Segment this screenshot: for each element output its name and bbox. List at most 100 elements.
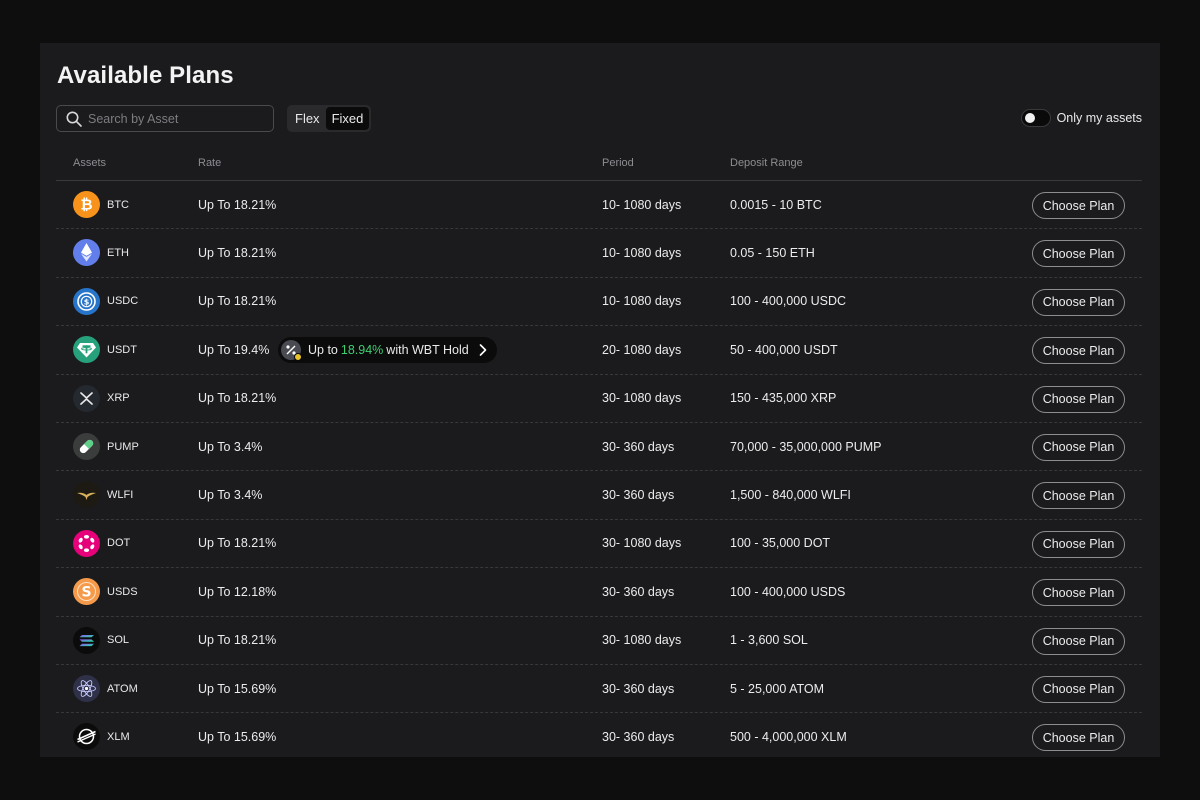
asset-period: 30- 360 days	[602, 681, 675, 696]
chevron-right-icon	[479, 344, 487, 356]
choose-plan-button[interactable]: Choose Plan	[1032, 433, 1125, 461]
asset-symbol: SOL	[107, 634, 130, 647]
asset-period: 20- 1080 days	[602, 342, 682, 357]
asset-period: 30- 1080 days	[602, 536, 682, 551]
asset-rate: Up To 18.21%	[198, 294, 277, 309]
asset-rate: Up To 19.4%	[198, 342, 270, 357]
asset-period: 30- 360 days	[602, 584, 675, 599]
table-row: $ USDC Up To 18.21% 10- 1080 days 100 - …	[56, 278, 1142, 327]
choose-plan-button[interactable]: Choose Plan	[1032, 579, 1125, 607]
choose-plan-button[interactable]: Choose Plan	[1032, 337, 1125, 365]
bonus-rate: 18.94%	[340, 343, 384, 358]
choose-plan-button[interactable]: Choose Plan	[1032, 724, 1125, 752]
asset-rate: Up To 15.69%	[198, 729, 277, 744]
asset-rate: Up To 18.21%	[198, 246, 277, 261]
asset-deposit-range: 150 - 435,000 XRP	[730, 391, 837, 406]
choose-plan-button[interactable]: Choose Plan	[1032, 530, 1125, 558]
asset-symbol: XRP	[107, 392, 130, 405]
svg-text:₿: ₿	[80, 196, 92, 214]
search-input[interactable]	[88, 111, 268, 126]
asset-rate: Up To 3.4%	[198, 488, 263, 503]
bitcoin-icon: ₿	[73, 191, 100, 218]
wbt-hold-bonus-button[interactable]: Up to 18.94% with WBT Hold	[278, 337, 497, 364]
xrp-icon	[73, 384, 100, 412]
plan-type-switch: Flex Fixed	[287, 105, 372, 132]
stellar-icon	[73, 723, 100, 751]
only-my-assets-control: Only my assets	[1020, 109, 1142, 127]
choose-plan-button[interactable]: Choose Plan	[1032, 192, 1125, 219]
choose-plan-button[interactable]: Choose Plan	[1032, 385, 1125, 413]
table-row: XRP Up To 18.21% 30- 1080 days 150 - 435…	[56, 375, 1142, 423]
asset-symbol: USDC	[107, 295, 139, 308]
table-row: ₿ BTC Up To 18.21% 10- 1080 days 0.0015 …	[56, 181, 1142, 230]
plans-panel: Available Plans Flex Fixed Only my asset…	[40, 43, 1160, 757]
eagle-icon	[73, 481, 100, 509]
choose-plan-button[interactable]: Choose Plan	[1032, 675, 1125, 703]
asset-rate: Up To 18.21%	[198, 391, 277, 406]
percent-badge-icon	[281, 340, 302, 362]
asset-symbol: BTC	[107, 198, 129, 211]
usdc-icon: $	[73, 287, 100, 315]
plans-table: ₿ BTC Up To 18.21% 10- 1080 days 0.0015 …	[56, 181, 1142, 757]
svg-text:S: S	[81, 585, 91, 601]
asset-deposit-range: 70,000 - 35,000,000 PUMP	[730, 439, 882, 454]
table-header: Assets Rate Period Deposit Range	[56, 147, 1142, 181]
asset-symbol: USDS	[107, 585, 138, 598]
asset-symbol: DOT	[107, 537, 131, 550]
asset-deposit-range: 100 - 35,000 DOT	[730, 536, 831, 551]
table-row: USDT Up To 19.4% Up to 18.94% with WBT H…	[56, 326, 1142, 375]
asset-symbol: ETH	[107, 247, 129, 260]
asset-symbol: ATOM	[107, 682, 138, 695]
table-row: PUMP Up To 3.4% 30- 360 days 70,000 - 35…	[56, 423, 1142, 472]
only-my-assets-toggle[interactable]	[1020, 109, 1051, 127]
bonus-suffix: with WBT Hold	[386, 343, 469, 358]
table-row: XLM Up To 15.69% 30- 360 days 500 - 4,00…	[56, 713, 1142, 757]
asset-symbol: WLFI	[107, 489, 134, 502]
tab-flex[interactable]: Flex	[289, 107, 326, 130]
asset-deposit-range: 1,500 - 840,000 WLFI	[730, 488, 851, 503]
choose-plan-button[interactable]: Choose Plan	[1032, 482, 1125, 510]
coin-dot-icon	[294, 353, 302, 362]
ethereum-icon	[73, 239, 100, 267]
asset-rate: Up To 18.21%	[198, 197, 277, 212]
table-row: ATOM Up To 15.69% 30- 360 days 5 - 25,00…	[56, 665, 1142, 714]
col-assets: Assets	[73, 157, 107, 169]
pill-icon	[73, 432, 100, 460]
page-title: Available Plans	[57, 62, 234, 89]
table-row: DOT Up To 18.21% 30- 1080 days 100 - 35,…	[56, 520, 1142, 569]
asset-rate: Up To 3.4%	[198, 439, 263, 454]
asset-deposit-range: 50 - 400,000 USDT	[730, 342, 838, 357]
asset-rate: Up To 12.18%	[198, 584, 277, 599]
asset-symbol: XLM	[107, 730, 130, 743]
table-row: S USDS Up To 12.18% 30- 360 days 100 - 4…	[56, 568, 1142, 617]
table-row: WLFI Up To 3.4% 30- 360 days 1,500 - 840…	[56, 471, 1142, 520]
cosmos-icon	[73, 674, 100, 702]
choose-plan-button[interactable]: Choose Plan	[1032, 240, 1125, 268]
usds-icon: S	[73, 578, 100, 606]
asset-period: 30- 1080 days	[602, 391, 682, 406]
asset-period: 30- 360 days	[602, 729, 675, 744]
bonus-prefix: Up to	[308, 343, 338, 358]
asset-rate: Up To 18.21%	[198, 536, 277, 551]
asset-deposit-range: 100 - 400,000 USDS	[730, 584, 846, 599]
tab-fixed[interactable]: Fixed	[325, 107, 370, 130]
asset-deposit-range: 0.0015 - 10 BTC	[730, 197, 822, 212]
asset-deposit-range: 500 - 4,000,000 XLM	[730, 729, 847, 744]
asset-deposit-range: 5 - 25,000 ATOM	[730, 681, 825, 696]
col-period: Period	[602, 157, 634, 169]
asset-symbol: PUMP	[107, 440, 139, 453]
asset-period: 30- 360 days	[602, 439, 675, 454]
table-row: ETH Up To 18.21% 10- 1080 days 0.05 - 15…	[56, 229, 1142, 278]
col-rate: Rate	[198, 157, 222, 169]
search-icon	[66, 111, 82, 127]
table-row: SOL Up To 18.21% 30- 1080 days 1 - 3,600…	[56, 617, 1142, 665]
choose-plan-button[interactable]: Choose Plan	[1032, 627, 1125, 655]
solana-icon	[73, 626, 100, 654]
search-box[interactable]	[56, 105, 274, 132]
asset-period: 10- 1080 days	[602, 197, 682, 212]
asset-period: 10- 1080 days	[602, 294, 682, 309]
asset-symbol: USDT	[107, 343, 137, 356]
choose-plan-button[interactable]: Choose Plan	[1032, 288, 1125, 316]
asset-rate: Up To 18.21%	[198, 633, 277, 648]
svg-text:$: $	[84, 297, 90, 306]
